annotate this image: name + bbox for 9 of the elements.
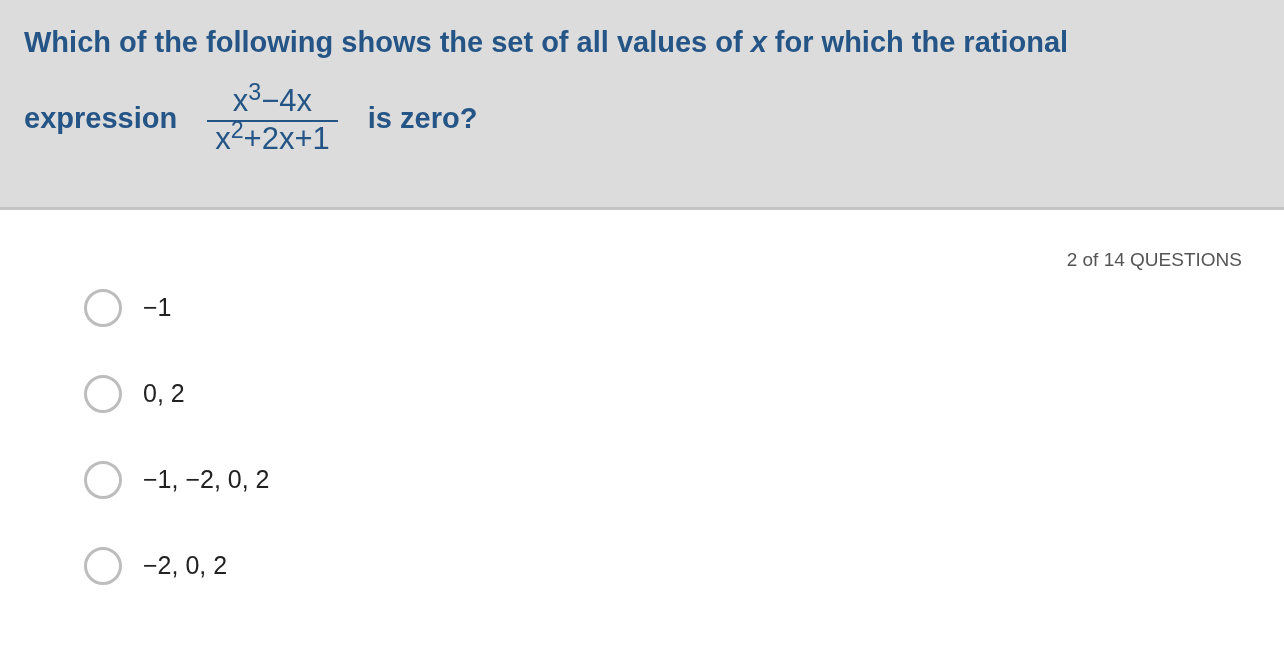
option-label[interactable]: −2, 0, 2 [143,546,228,585]
question-counter: 2 of 14 QUESTIONS [1065,248,1243,272]
radio-button[interactable] [84,288,122,327]
option-label[interactable]: 0, 2 [143,374,185,413]
radio-button[interactable] [84,374,122,413]
option-label[interactable]: −1 [143,288,172,327]
radio-button[interactable] [84,460,122,499]
option-label[interactable]: −1, −2, 0, 2 [143,460,270,499]
radio-button[interactable] [84,546,122,585]
